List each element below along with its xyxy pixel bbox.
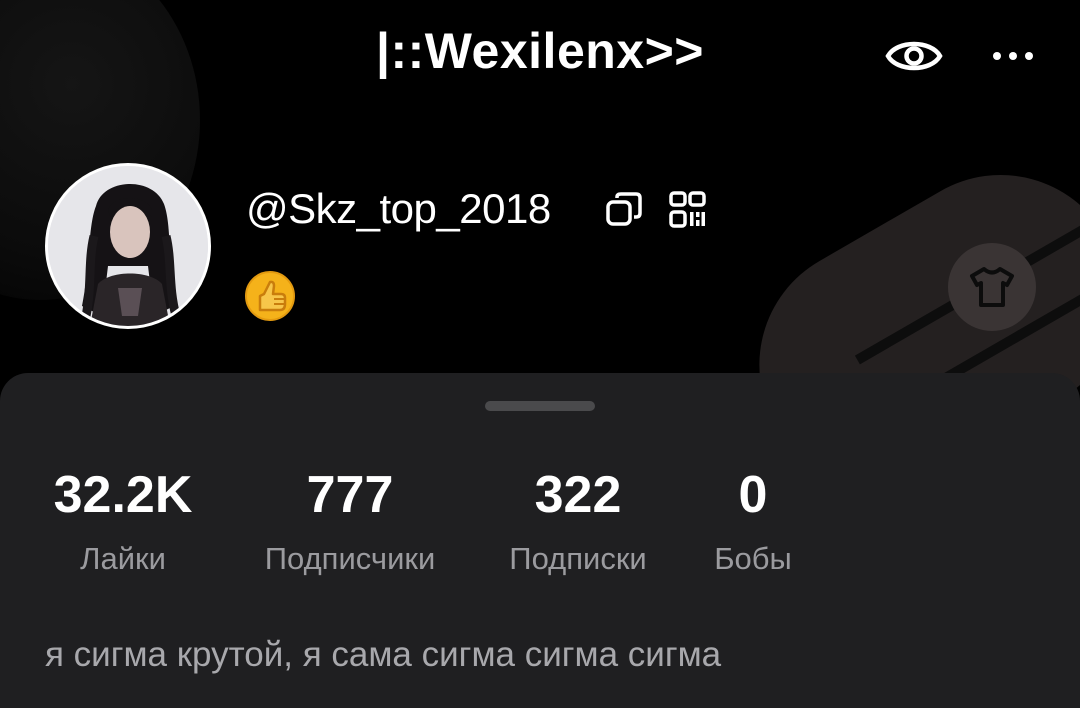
copy-icon xyxy=(606,192,642,226)
stat-label: Подписки xyxy=(509,541,647,576)
drag-handle[interactable] xyxy=(485,401,595,411)
stat-following[interactable]: 322 Подписки xyxy=(486,465,670,579)
eye-icon xyxy=(885,41,943,71)
stat-label: Подписчики xyxy=(264,541,436,576)
more-options-button[interactable] xyxy=(986,30,1040,82)
stat-followers[interactable]: 777 Подписчики xyxy=(240,465,460,579)
more-horizontal-icon xyxy=(993,52,1033,60)
stat-value: 322 xyxy=(534,466,622,524)
copy-username-button[interactable] xyxy=(604,190,644,230)
profile-screen: |::Wexilenx>> @Skz_top_2018 32.2K Лайки … xyxy=(0,0,1080,708)
stat-value: 0 xyxy=(738,466,768,524)
stat-label: Лайки xyxy=(80,541,166,576)
avatar[interactable] xyxy=(45,163,211,329)
stat-value: 32.2K xyxy=(53,466,193,524)
profile-bio: я сигма крутой, я сама сигма сигма сигма xyxy=(45,635,722,674)
qr-code-button[interactable] xyxy=(668,190,708,230)
stat-likes[interactable]: 32.2K Лайки xyxy=(30,465,216,579)
profile-info-sheet: 32.2K Лайки 777 Подписчики 322 Подписки … xyxy=(0,373,1080,708)
view-profile-button[interactable] xyxy=(884,30,944,82)
stat-value: 777 xyxy=(306,466,394,524)
qr-code-icon xyxy=(669,191,706,228)
avatar-image xyxy=(48,166,208,326)
t-shirt-icon xyxy=(970,267,1014,307)
thumbs-up-emoji-icon xyxy=(245,271,295,321)
stat-label: Бобы xyxy=(714,541,792,576)
stat-beans[interactable]: 0 Бобы xyxy=(694,465,812,579)
username: @Skz_top_2018 xyxy=(246,185,551,232)
outfit-button[interactable] xyxy=(948,243,1036,331)
profile-badge[interactable] xyxy=(244,270,296,322)
